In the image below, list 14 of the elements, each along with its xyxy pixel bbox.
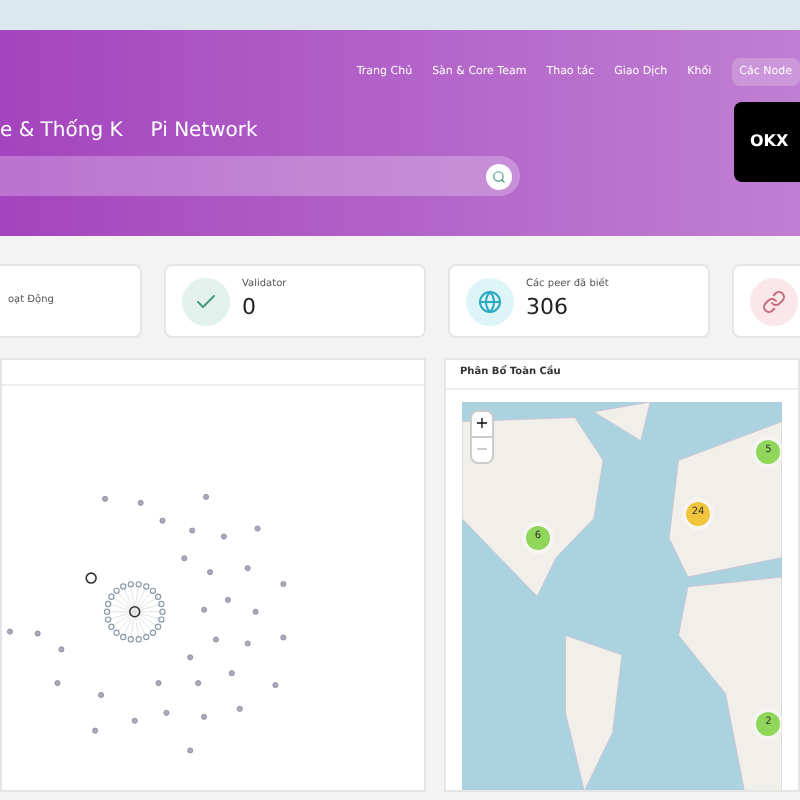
check-icon [194,289,218,313]
okx-logo: OKX [750,130,789,155]
stat-value: 306 [526,292,570,324]
zoom-out-button[interactable]: − [472,437,492,461]
globe-icon [478,289,502,313]
stat-value: 0 [242,292,258,324]
page-title: Pi Network [150,118,258,147]
search-icon [492,169,506,184]
search-field[interactable] [0,156,520,197]
search-button[interactable] [486,163,512,190]
link-icon [762,289,786,313]
page-title: e & Thống K [0,117,123,147]
ad-banner[interactable]: OKX [734,102,800,183]
zoom-in-button[interactable]: + [472,411,492,437]
